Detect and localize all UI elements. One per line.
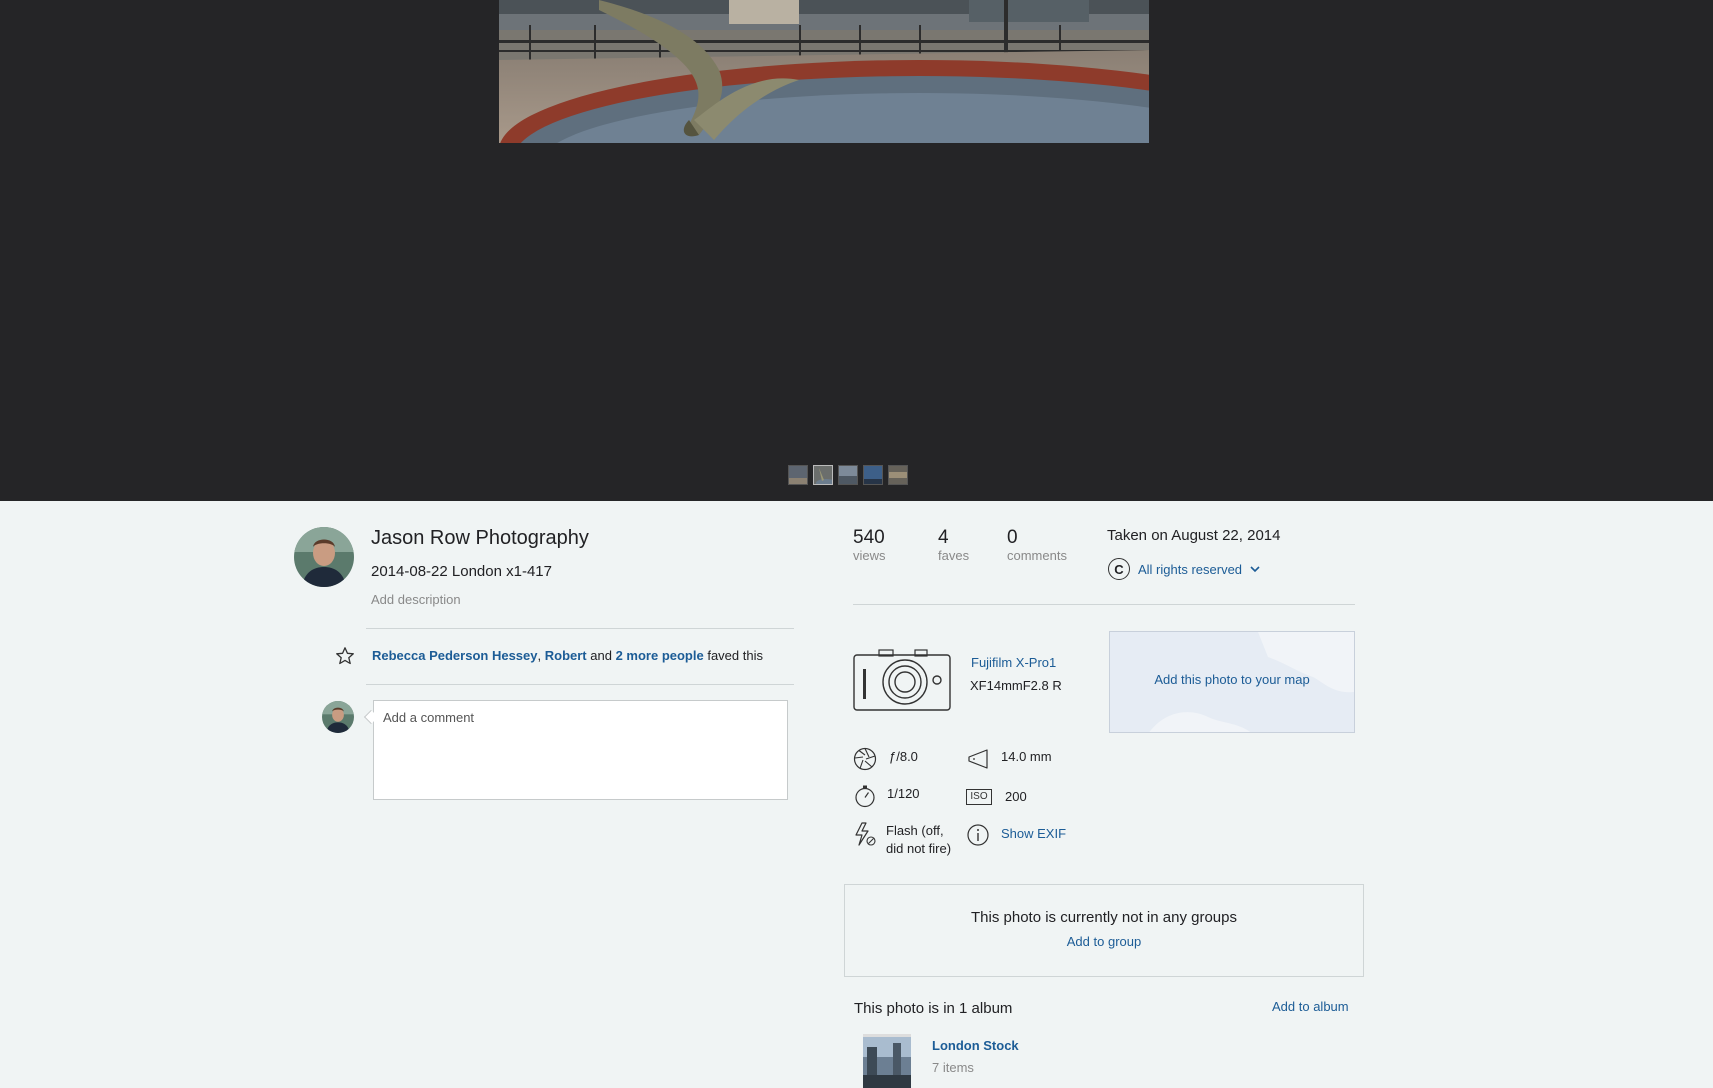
shutter-speed-value: 1/120 [887, 786, 920, 801]
album-count-heading: This photo is in 1 album [854, 1000, 1013, 1017]
divider [853, 604, 1355, 605]
photo-stage [0, 0, 1713, 501]
focal-length-icon [968, 749, 988, 769]
album-thumbnail[interactable] [863, 1034, 911, 1088]
photostream-filmstrip [788, 465, 908, 485]
faves-stat[interactable]: 4 faves [938, 527, 969, 563]
faved-suffix: faved this [707, 648, 763, 663]
comments-stat: 0 comments [1007, 527, 1067, 563]
groups-message: This photo is currently not in any group… [971, 909, 1237, 926]
add-to-map-box[interactable]: Add this photo to your map [1109, 631, 1355, 733]
filmstrip-thumb[interactable] [888, 465, 908, 485]
camera-icon[interactable] [853, 649, 951, 711]
separator: , [537, 648, 542, 663]
info-icon [967, 824, 989, 846]
views-stat: 540 views [853, 527, 886, 563]
comments-count: 0 [1007, 527, 1018, 548]
owner-name-link[interactable]: Jason Row Photography [371, 527, 589, 550]
focal-length-value: 14.0 mm [1001, 749, 1052, 764]
divider [366, 684, 794, 685]
photo-title[interactable]: 2014-08-22 London x1-417 [371, 563, 552, 580]
more-favers-link[interactable]: 2 more people [616, 648, 704, 663]
album-name-link[interactable]: London Stock [932, 1038, 1019, 1053]
faves-label: faves [938, 548, 970, 563]
album-item-count: 7 items [932, 1060, 974, 1075]
comment-input[interactable] [373, 700, 788, 800]
flash-line-1: Flash (off, [886, 823, 944, 838]
chevron-down-icon [1250, 566, 1260, 573]
comments-label: comments [1007, 548, 1067, 563]
license-selector[interactable]: C All rights reserved [1108, 558, 1260, 580]
aperture-icon [853, 747, 877, 771]
owner-avatar[interactable] [294, 527, 354, 587]
views-label: views [853, 548, 886, 563]
filmstrip-thumb[interactable] [863, 465, 883, 485]
flash-value: Flash (off, did not fire) [886, 822, 951, 858]
flash-line-2: did not fire) [886, 841, 952, 856]
main-photo[interactable] [499, 0, 1149, 143]
faver-link[interactable]: Rebecca Pederson Hessey [372, 648, 537, 663]
groups-panel: This photo is currently not in any group… [844, 884, 1364, 977]
commenter-avatar [322, 701, 354, 733]
star-icon[interactable] [335, 646, 355, 666]
license-label: All rights reserved [1138, 561, 1243, 577]
aperture-value: ƒ/8.0 [889, 749, 918, 764]
lens-name: XF14mmF2.8 R [970, 678, 1062, 693]
divider [366, 628, 794, 629]
filmstrip-thumb[interactable] [838, 465, 858, 485]
iso-icon: ISO [966, 789, 992, 805]
filmstrip-thumb-current[interactable] [813, 465, 833, 485]
add-to-group-link[interactable]: Add to group [845, 934, 1363, 949]
views-count: 540 [853, 527, 885, 548]
faves-count: 4 [938, 527, 949, 548]
flash-icon [855, 822, 876, 846]
show-exif-link[interactable]: Show EXIF [1001, 825, 1066, 843]
camera-model-link[interactable]: Fujifilm X-Pro1 [971, 655, 1056, 670]
faved-by-line: Rebecca Pederson Hessey, Robert and 2 mo… [372, 648, 763, 663]
faver-link[interactable]: Robert [545, 648, 587, 663]
filmstrip-thumb[interactable] [788, 465, 808, 485]
copyright-icon: C [1108, 558, 1130, 580]
add-description-link[interactable]: Add description [371, 592, 461, 607]
add-to-album-link[interactable]: Add to album [1272, 999, 1349, 1014]
iso-value: 200 [1005, 789, 1027, 804]
date-taken[interactable]: Taken on August 22, 2014 [1107, 527, 1280, 544]
shutter-speed-icon [855, 785, 875, 808]
and-text: and [590, 648, 612, 663]
add-to-map-label: Add this photo to your map [1154, 672, 1310, 687]
